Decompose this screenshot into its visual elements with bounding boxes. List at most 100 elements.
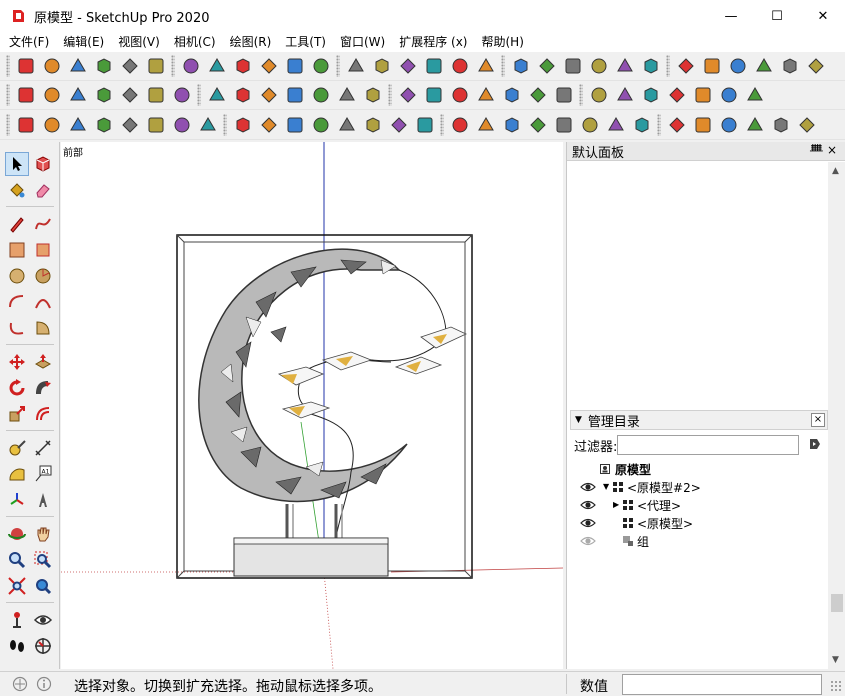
menu-view[interactable]: 视图(V) [111, 32, 167, 52]
sliders-2-button[interactable] [630, 113, 654, 137]
maximize-button[interactable]: ☐ [754, 0, 800, 32]
outliner-row[interactable]: <原模型> [570, 514, 828, 532]
exe-button[interactable] [66, 113, 90, 137]
diagonal-box-button[interactable] [700, 54, 724, 78]
visibility-eye-icon[interactable] [580, 499, 596, 511]
select-tool[interactable] [5, 152, 29, 176]
house-button[interactable] [92, 54, 116, 78]
menu-file[interactable]: 文件(F) [2, 32, 56, 52]
resize-grip[interactable] [830, 680, 842, 692]
padlock-button[interactable] [422, 54, 446, 78]
rbc-button[interactable] [144, 83, 168, 107]
box-dark-button[interactable] [257, 83, 281, 107]
circle-tool[interactable] [5, 264, 29, 288]
tree-expand-icon[interactable]: ▼ [603, 482, 609, 491]
material-button[interactable] [500, 83, 524, 107]
ring-button[interactable] [474, 54, 498, 78]
house-outline-button[interactable] [118, 54, 142, 78]
tape-measure-tool[interactable] [5, 436, 29, 460]
cube-outline-button[interactable] [613, 54, 637, 78]
wire-cube-button[interactable] [726, 54, 750, 78]
eraser-tool[interactable] [31, 178, 55, 202]
zoom-window-tool[interactable] [31, 548, 55, 572]
cloud-button[interactable] [257, 54, 281, 78]
outliner-row[interactable]: ▶ <代理> [570, 496, 828, 514]
guide-button[interactable] [665, 83, 689, 107]
pencil-box-button[interactable] [309, 83, 333, 107]
outliner-root-row[interactable]: 原模型 [570, 460, 828, 478]
offset-tool[interactable] [31, 402, 55, 426]
box-flat-button[interactable] [422, 83, 446, 107]
section-plane-tool[interactable] [31, 634, 55, 658]
solid-box-button[interactable] [335, 83, 359, 107]
nav-e-button[interactable] [231, 113, 255, 137]
text-tool[interactable]: A1 [31, 462, 55, 486]
push-pull-tool[interactable] [31, 350, 55, 374]
rotate-tool[interactable] [5, 376, 29, 400]
red-hex-button[interactable] [717, 113, 741, 137]
shield-gold-button[interactable] [335, 113, 359, 137]
paint-bucket-tool[interactable] [5, 178, 29, 202]
cloud-hand-button[interactable] [231, 54, 255, 78]
menu-extensions[interactable]: 扩展程序 (x) [392, 32, 474, 52]
bulb-button[interactable] [118, 83, 142, 107]
outliner-header[interactable]: ▼ 管理目录 × [570, 410, 828, 430]
axis-v-button[interactable] [613, 83, 637, 107]
web-button[interactable] [92, 113, 116, 137]
house-dark-button[interactable] [66, 54, 90, 78]
info-button[interactable] [691, 113, 715, 137]
menu-window[interactable]: 窗口(W) [333, 32, 392, 52]
axis-y-button[interactable] [552, 83, 576, 107]
pin-icon[interactable]: ᚙ [810, 144, 823, 157]
stool-button[interactable] [535, 54, 559, 78]
gear-ring-button[interactable] [778, 54, 802, 78]
camera-walk-button[interactable] [205, 83, 229, 107]
funnel-button[interactable] [448, 54, 472, 78]
nav-f-button[interactable] [257, 113, 281, 137]
window-lock-button[interactable] [370, 54, 394, 78]
tree-button[interactable] [526, 113, 550, 137]
box-wire-button[interactable] [396, 83, 420, 107]
scroll-down-icon[interactable]: ▼ [832, 655, 839, 665]
tray-close-icon[interactable]: × [827, 143, 837, 157]
3d-text-tool[interactable] [31, 488, 55, 512]
outliner-details-icon[interactable] [808, 437, 822, 451]
two-point-arc-tool[interactable] [31, 290, 55, 314]
window-button[interactable] [344, 54, 368, 78]
visibility-eye-icon[interactable] [580, 481, 596, 493]
car-button[interactable] [387, 113, 411, 137]
ruby-gem-button[interactable] [14, 83, 38, 107]
box-shade-button[interactable] [448, 83, 472, 107]
guide-2-button[interactable] [691, 83, 715, 107]
outliner-row[interactable]: ▼ <原模型#2> [570, 478, 828, 496]
pan-tool[interactable] [31, 522, 55, 546]
follow-me-tool[interactable] [31, 376, 55, 400]
walk-tool[interactable] [5, 634, 29, 658]
orbit-tool[interactable] [5, 522, 29, 546]
zoom-tool[interactable] [5, 548, 29, 572]
speech-button[interactable] [665, 113, 689, 137]
camera-box-button[interactable] [448, 113, 472, 137]
projector-button[interactable] [413, 113, 437, 137]
red-cross-button[interactable] [743, 113, 767, 137]
minimize-button[interactable]: — [708, 0, 754, 32]
drawing-viewport[interactable]: 前部 [61, 142, 563, 669]
check-circle-button[interactable] [179, 54, 203, 78]
arc-tool[interactable] [5, 290, 29, 314]
teapot-button[interactable] [205, 54, 229, 78]
shield-plant-button[interactable] [500, 113, 524, 137]
look-around-tool[interactable] [31, 608, 55, 632]
sliders-button[interactable] [604, 113, 628, 137]
stack-button[interactable] [474, 83, 498, 107]
sun-button[interactable] [561, 54, 585, 78]
dimension-tool[interactable] [31, 436, 55, 460]
dome-button[interactable] [587, 54, 611, 78]
window-image-button[interactable] [396, 54, 420, 78]
freehand-tool[interactable] [31, 212, 55, 236]
red-drop-button[interactable] [795, 113, 819, 137]
axes-tool[interactable] [5, 488, 29, 512]
warehouse-button[interactable] [144, 54, 168, 78]
hand-select-button[interactable] [283, 83, 307, 107]
position-camera-tool[interactable] [5, 608, 29, 632]
visibility-eye-icon[interactable] [580, 517, 596, 529]
